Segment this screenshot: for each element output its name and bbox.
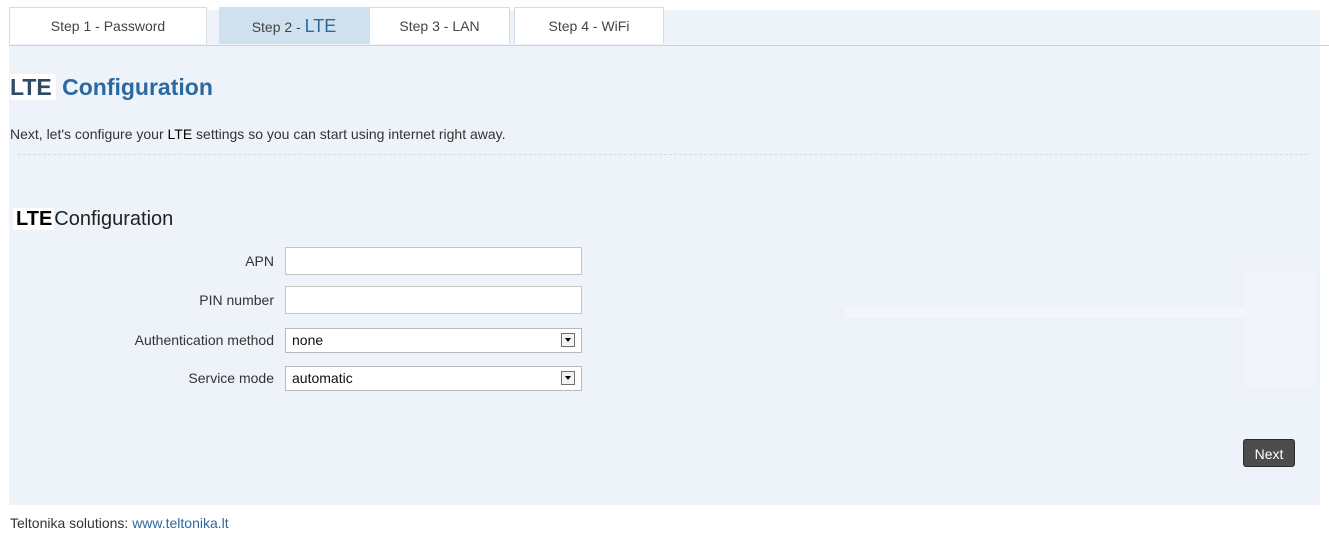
page-title-text: Configuration <box>62 74 213 100</box>
auth-method-select[interactable]: none <box>285 328 582 353</box>
tab-label: Step 2 - <box>251 19 305 35</box>
tab-label: Step 1 - Password <box>50 18 166 34</box>
auth-row: Authentication method none <box>0 328 600 356</box>
wizard-tabs: Step 1 - Password Step 2 - LTE Step 3 - … <box>9 7 1329 46</box>
intro-text-start: Next, let's configure your <box>10 126 168 142</box>
apn-label: APN <box>245 253 274 269</box>
page-title-badge: LTE <box>10 74 56 100</box>
section-divider <box>18 154 1308 155</box>
tab-step-4-wifi[interactable]: Step 4 - WiFi <box>514 7 664 44</box>
pin-row: PIN number <box>0 286 600 314</box>
footer-link[interactable]: www.teltonika.lt <box>132 515 228 531</box>
intro-text: Next, let's configure your LTE settings … <box>10 126 506 142</box>
faint-overlay-block <box>1245 270 1315 387</box>
footer: Teltonika solutions: www.teltonika.lt <box>10 515 229 531</box>
page-title: LTE Configuration <box>10 74 213 101</box>
pin-label: PIN number <box>199 292 274 308</box>
chevron-down-icon[interactable] <box>561 371 575 385</box>
apn-input[interactable] <box>285 247 582 275</box>
service-label: Service mode <box>188 370 274 386</box>
tab-label: Step 4 - WiFi <box>548 18 630 34</box>
chevron-down-icon[interactable] <box>561 333 575 347</box>
service-mode-value: automatic <box>292 370 353 386</box>
tab-label: Step 3 - LAN <box>399 18 480 34</box>
auth-method-value: none <box>292 332 324 348</box>
section-title-text: Configuration <box>54 208 174 230</box>
tab-step-1-password[interactable]: Step 1 - Password <box>9 7 207 44</box>
service-row: Service mode automatic <box>0 366 600 394</box>
section-title: LTE Configuration <box>13 208 173 231</box>
intro-text-emphasis: LTE <box>167 126 193 142</box>
tab-step-2-lte[interactable]: Step 2 - LTE <box>219 7 369 44</box>
next-button[interactable]: Next <box>1243 439 1295 467</box>
pin-input[interactable] <box>285 286 582 314</box>
tab-label-highlight: LTE <box>304 16 337 36</box>
apn-row: APN <box>0 247 600 275</box>
auth-label: Authentication method <box>134 332 274 348</box>
tab-step-3-lan[interactable]: Step 3 - LAN <box>369 7 510 44</box>
service-mode-select[interactable]: automatic <box>285 366 582 391</box>
intro-text-end: settings so you can start using internet… <box>192 126 506 142</box>
footer-text: Teltonika solutions: <box>10 515 133 531</box>
section-title-badge: LTE <box>13 208 55 230</box>
faint-overlay-bar <box>845 308 1255 318</box>
